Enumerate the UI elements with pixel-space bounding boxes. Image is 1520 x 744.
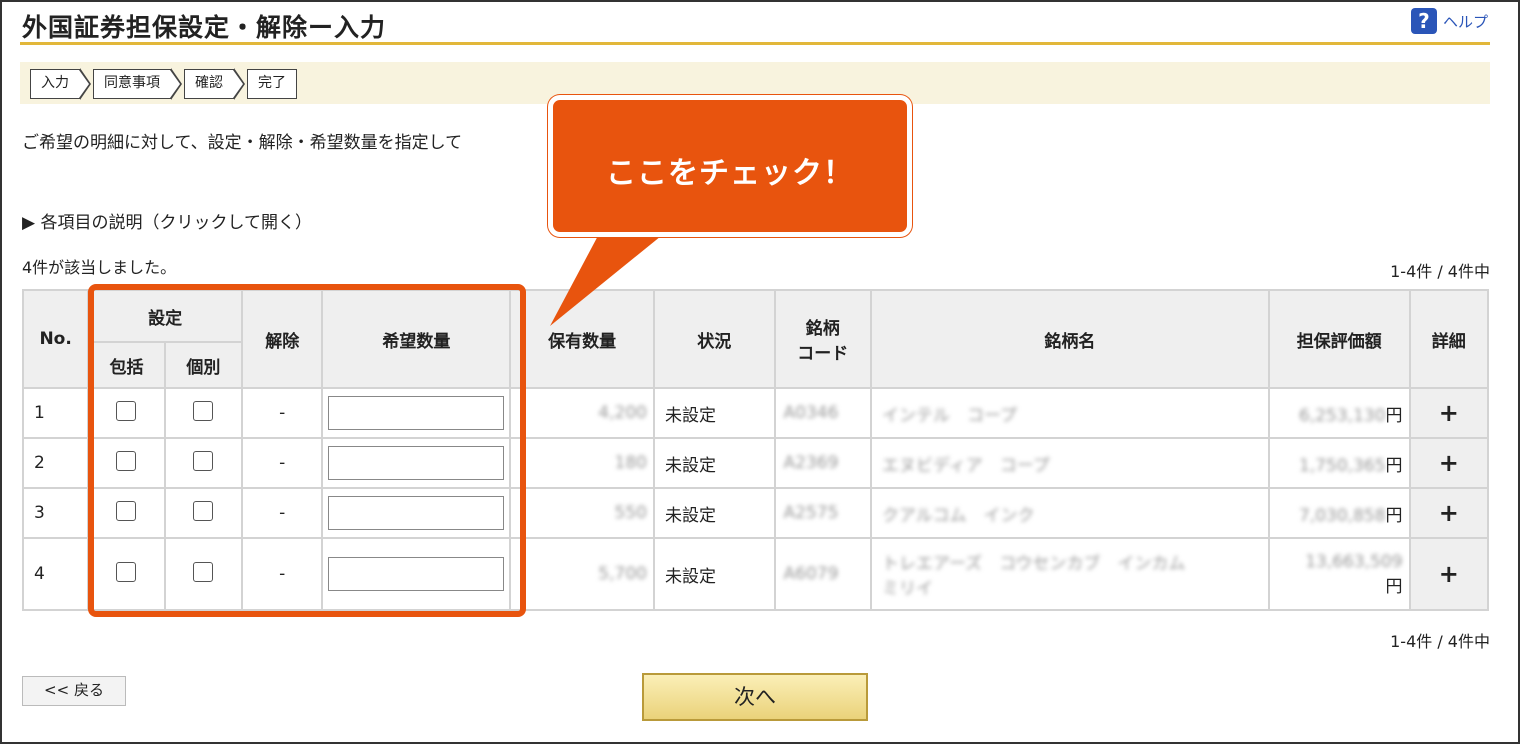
row-no: 1 xyxy=(21,387,90,439)
holding-qty: 4,200 xyxy=(598,403,647,423)
individual-checkbox[interactable] xyxy=(193,400,214,421)
holding-qty: 550 xyxy=(614,503,647,523)
release-value: - xyxy=(241,437,324,489)
detail-expand-icon[interactable]: + xyxy=(1408,537,1490,611)
detail-expand-icon[interactable]: + xyxy=(1408,387,1490,439)
detail-expand-icon[interactable]: + xyxy=(1408,487,1490,539)
callout-tail-icon xyxy=(550,232,666,326)
help-link[interactable]: ? ヘルプ xyxy=(1410,8,1488,34)
pagination-top: 1-4件 / 4件中 xyxy=(1390,262,1490,281)
step-input: 入力 xyxy=(30,69,80,99)
title-underline xyxy=(20,42,1490,45)
table-row: 1 - 4,200 未設定 A0346 インテル コープ 6,253,130円 … xyxy=(21,387,1490,439)
help-label[interactable]: ヘルプ xyxy=(1443,11,1488,32)
release-value: - xyxy=(241,487,324,539)
desired-qty-input[interactable] xyxy=(328,396,505,430)
page-title: 外国証券担保設定・解除ー入力 xyxy=(22,13,387,42)
intro-text: ご希望の明細に対して、設定・解除・希望数量を指定して xyxy=(22,133,463,153)
next-button[interactable]: 次へ xyxy=(642,673,868,721)
row-no: 2 xyxy=(21,437,90,489)
individual-checkbox[interactable] xyxy=(193,450,214,471)
header-code: 銘柄 コード xyxy=(773,289,872,389)
status-text: 未設定 xyxy=(652,437,776,489)
status-text: 未設定 xyxy=(652,387,776,439)
bulk-checkbox[interactable] xyxy=(116,500,137,521)
table-row: 3 - 550 未設定 A2575 クアルコム インク 7,030,858円 + xyxy=(21,487,1490,539)
row-no: 4 xyxy=(21,537,90,611)
bulk-checkbox[interactable] xyxy=(116,400,137,421)
holding-qty: 5,700 xyxy=(598,564,647,584)
row-no: 3 xyxy=(21,487,90,539)
bulk-checkbox[interactable] xyxy=(116,450,137,471)
table-row: 2 - 180 未設定 A2369 エヌビディア コープ 1,750,365円 … xyxy=(21,437,1490,489)
release-value: - xyxy=(241,387,324,439)
security-name: トレエアーズ コウセンカブ インカム xyxy=(881,554,1186,574)
desired-qty-input[interactable] xyxy=(328,557,505,591)
pagination-bottom: 1-4件 / 4件中 xyxy=(1390,632,1490,651)
individual-checkbox[interactable] xyxy=(193,500,214,521)
header-no: No. xyxy=(21,289,90,389)
collateral-value: 6,253,130 xyxy=(1299,405,1386,426)
security-code: A2369 xyxy=(783,453,839,473)
security-name-line2: ミリイ xyxy=(881,579,933,599)
help-icon[interactable]: ? xyxy=(1410,8,1437,34)
step-arrow-icon xyxy=(170,68,182,100)
table-row: 4 - 5,700 未設定 A6079 トレエアーズ コウセンカブ インカム ミリ… xyxy=(21,537,1490,611)
bulk-checkbox[interactable] xyxy=(116,561,137,582)
callout-bubble: ここをチェック！ xyxy=(548,95,912,237)
header-value: 担保評価額 xyxy=(1267,289,1411,389)
desired-qty-input[interactable] xyxy=(328,496,505,530)
callout-text: ここをチェック！ xyxy=(606,156,854,191)
security-code: A0346 xyxy=(783,403,839,423)
header-individual: 個別 xyxy=(163,341,244,389)
result-count: 4件が該当しました。 xyxy=(22,258,177,277)
collateral-table: No. 設定 解除 希望数量 保有数量 状況 銘柄 コード 銘柄名 担保評価額 詳… xyxy=(21,289,1490,611)
collateral-value: 7,030,858 xyxy=(1299,505,1386,526)
back-button[interactable]: << 戻る xyxy=(22,676,126,706)
header-name: 銘柄名 xyxy=(869,289,1270,389)
explain-toggle[interactable]: ▶ 各項目の説明（クリックして開く） xyxy=(22,208,312,233)
security-code: A6079 xyxy=(783,564,839,584)
collateral-value: 1,750,365 xyxy=(1299,455,1386,476)
header-release: 解除 xyxy=(241,289,324,389)
security-code: A2575 xyxy=(783,503,839,523)
security-name: インテル コープ xyxy=(881,405,1017,426)
security-name: エヌビディア コープ xyxy=(881,455,1050,476)
release-value: - xyxy=(241,537,324,611)
step-complete: 完了 xyxy=(247,69,297,99)
individual-checkbox[interactable] xyxy=(193,561,214,582)
detail-expand-icon[interactable]: + xyxy=(1408,437,1490,489)
step-arrow-icon xyxy=(79,68,91,100)
header-detail: 詳細 xyxy=(1408,289,1490,389)
status-text: 未設定 xyxy=(652,487,776,539)
header-desired-qty: 希望数量 xyxy=(321,289,512,389)
desired-qty-input[interactable] xyxy=(328,446,505,480)
status-text: 未設定 xyxy=(652,537,776,611)
security-name: クアルコム インク xyxy=(881,505,1035,526)
step-confirm: 確認 xyxy=(184,69,234,99)
collateral-value: 13,663,509 xyxy=(1305,551,1403,572)
step-indicator: 入力 同意事項 確認 完了 xyxy=(30,68,297,100)
header-bulk: 包括 xyxy=(87,341,166,389)
step-agreement: 同意事項 xyxy=(93,69,171,99)
header-setting: 設定 xyxy=(87,289,244,343)
step-arrow-icon xyxy=(233,68,245,100)
holding-qty: 180 xyxy=(614,453,647,473)
